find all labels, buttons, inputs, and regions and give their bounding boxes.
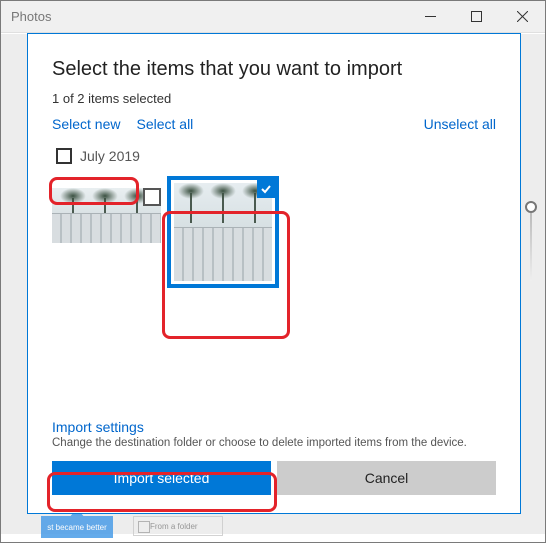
thumbnail-row (52, 176, 496, 288)
import-dialog: Select the items that you want to import… (27, 33, 521, 514)
thumbnail-2-checkbox[interactable] (257, 180, 275, 198)
maximize-button[interactable] (453, 1, 499, 32)
background-tiles: st became better From a folder (41, 516, 251, 538)
close-button[interactable] (499, 1, 545, 32)
photo-thumbnail-2[interactable] (167, 176, 279, 288)
timeline-slider[interactable] (523, 201, 539, 281)
window-controls (407, 1, 545, 32)
import-settings-link[interactable]: Import settings (52, 419, 496, 435)
import-settings-desc: Change the destination folder or choose … (52, 437, 496, 449)
slider-track (530, 213, 532, 281)
photo-thumbnail-1[interactable] (52, 188, 161, 243)
date-group-header[interactable]: July 2019 (52, 146, 144, 166)
import-selected-button[interactable]: Import selected (52, 461, 271, 495)
bg-tile-tooltip: st became better (41, 516, 113, 538)
bg-tile-folder: From a folder (133, 516, 223, 536)
select-new-link[interactable]: Select new (52, 116, 120, 132)
dialog-heading: Select the items that you want to import (52, 58, 496, 81)
slider-knob[interactable] (525, 201, 537, 213)
app-window: Photos st became better From a folder Se… (0, 0, 546, 543)
window-title: Photos (11, 9, 51, 24)
selection-links: Select new Select all Unselect all (52, 116, 496, 132)
thumbnail-1-checkbox[interactable] (143, 188, 161, 206)
selection-status: 1 of 2 items selected (52, 91, 496, 106)
group-label: July 2019 (80, 148, 140, 164)
minimize-button[interactable] (407, 1, 453, 32)
unselect-all-link[interactable]: Unselect all (424, 116, 496, 132)
group-checkbox[interactable] (56, 148, 72, 164)
select-all-link[interactable]: Select all (136, 116, 193, 132)
titlebar: Photos (1, 1, 545, 33)
dialog-buttons: Import selected Cancel (52, 461, 496, 495)
cancel-button[interactable]: Cancel (277, 461, 496, 495)
